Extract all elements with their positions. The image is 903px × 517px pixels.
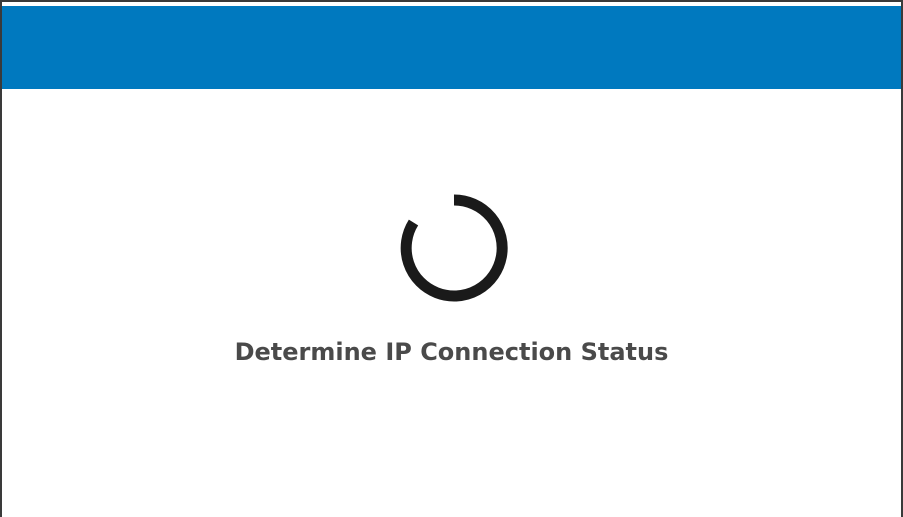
header-bar — [2, 6, 901, 89]
loading-spinner-icon — [400, 194, 508, 302]
status-text: Determine IP Connection Status — [234, 338, 669, 366]
loading-screen: Determine IP Connection Status — [0, 0, 903, 517]
